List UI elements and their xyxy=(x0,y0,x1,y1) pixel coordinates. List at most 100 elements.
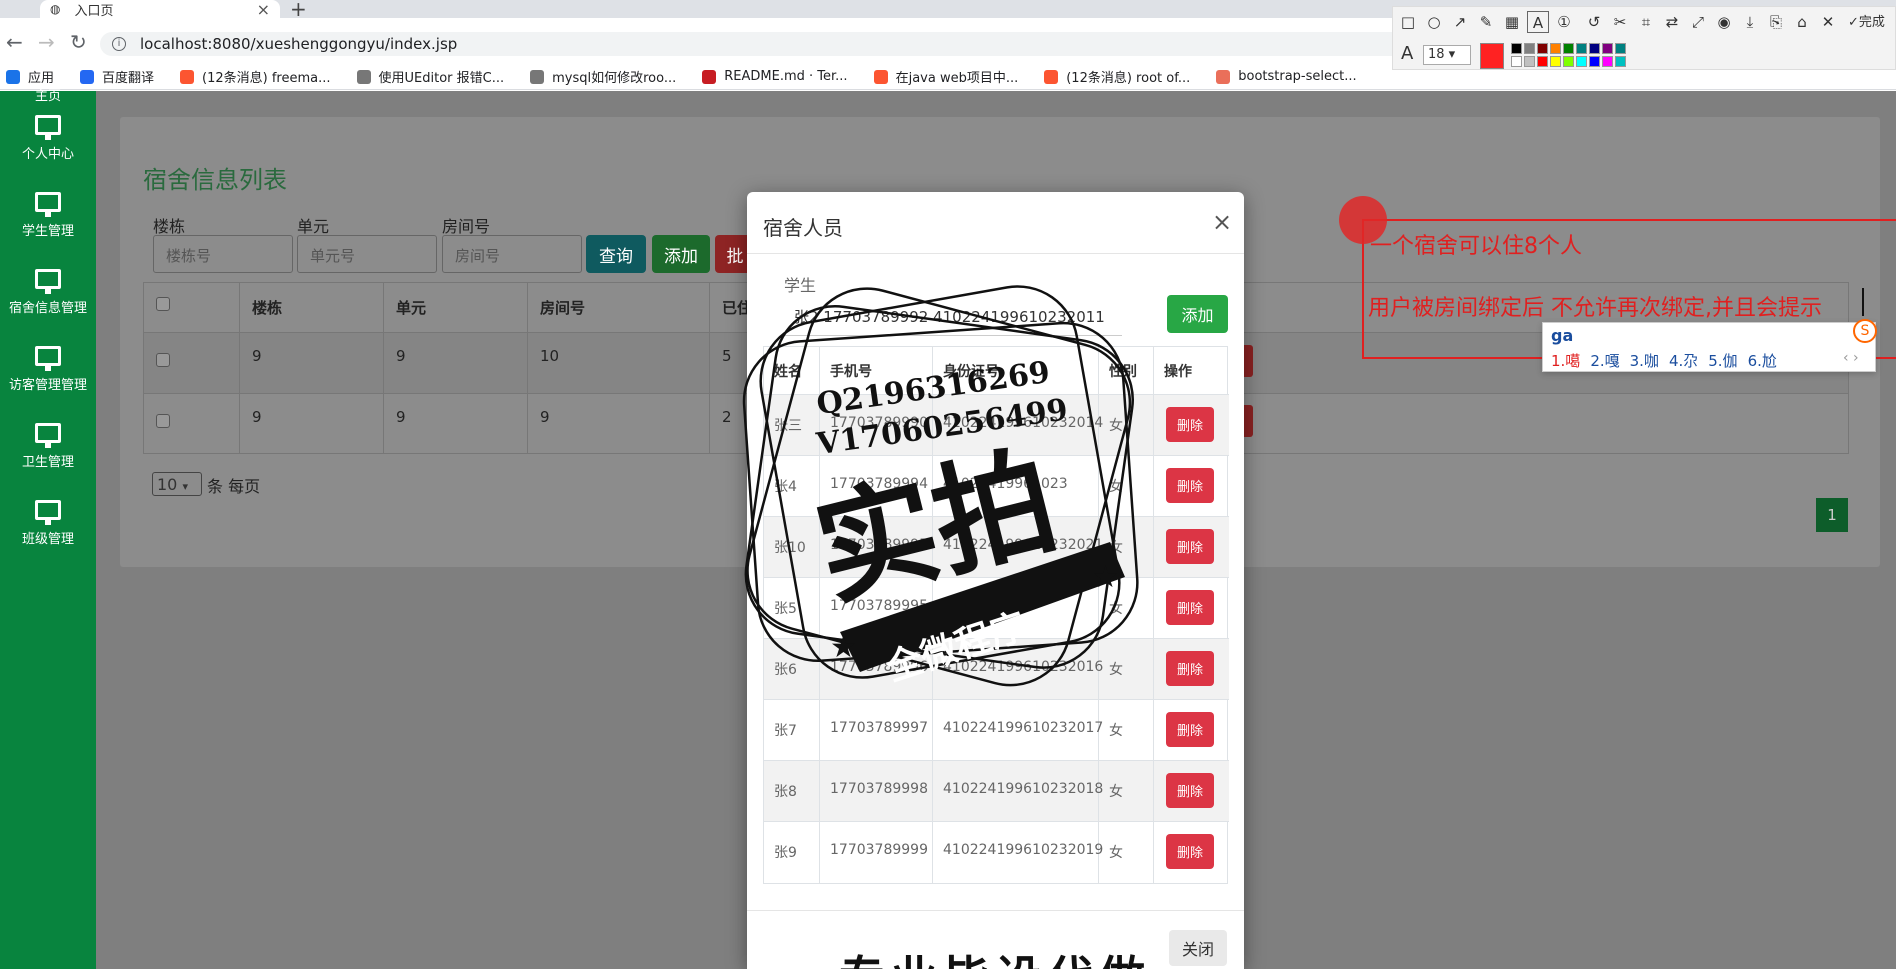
bookmark-item[interactable]: bootstrap-select... xyxy=(1216,69,1357,84)
color-swatch[interactable] xyxy=(1550,43,1561,54)
bookmark-item[interactable]: (12条消息) freema... xyxy=(180,67,331,86)
color-swatch[interactable] xyxy=(1524,43,1535,54)
ime-candidate-window[interactable]: ga 1.噶 2.嘎 3.咖 4.尕 5.伽 6.尬 ‹ › S xyxy=(1542,319,1877,372)
done-button[interactable]: ✓完成 xyxy=(1848,11,1885,30)
reload-icon[interactable]: ↻ xyxy=(70,30,87,54)
sidebar-item-personal-center[interactable]: 个人中心 xyxy=(0,100,96,177)
text-caret xyxy=(1862,288,1864,316)
sidebar-item-home-partial[interactable]: 主页 xyxy=(0,85,96,104)
room-input[interactable]: 房间号 xyxy=(442,235,582,273)
browser-tab[interactable]: ◍ 入口页 × xyxy=(40,0,280,19)
font-size-select[interactable]: 18 ▾ xyxy=(1423,45,1471,65)
forward-icon[interactable]: → xyxy=(38,30,55,54)
building-input[interactable]: 楼栋号 xyxy=(153,235,293,273)
modal-title: 宿舍人员 xyxy=(763,216,843,240)
translate-icon[interactable]: ⇄ xyxy=(1661,11,1683,33)
modal-close-button[interactable]: 关闭 xyxy=(1169,930,1227,966)
sidebar-item-visitor-management[interactable]: 访客管理管理 xyxy=(0,331,96,408)
sidebar-item-hygiene-management[interactable]: 卫生管理 xyxy=(0,408,96,485)
ime-candidates[interactable]: 1.噶 2.嘎 3.咖 4.尕 5.伽 6.尬 xyxy=(1551,350,1787,371)
star-icon: ★ xyxy=(830,630,857,665)
pagination-page[interactable]: 1 xyxy=(1816,498,1848,532)
expand-icon[interactable]: ⤢ xyxy=(1687,11,1709,33)
color-swatch[interactable] xyxy=(1511,56,1522,67)
color-swatch[interactable] xyxy=(1563,56,1574,67)
color-swatch[interactable] xyxy=(1615,43,1626,54)
page-size-select[interactable]: 10 ▾ xyxy=(152,472,202,496)
color-swatch[interactable] xyxy=(1602,56,1613,67)
bookmark-label: (12条消息) root of... xyxy=(1066,71,1191,86)
bookmark-item[interactable]: 应用 xyxy=(6,67,54,86)
row-checkbox[interactable] xyxy=(156,353,170,367)
bookmark-label: README.md · Ter... xyxy=(724,69,848,84)
color-swatch[interactable] xyxy=(1537,56,1548,67)
pin-icon[interactable]: ✂ xyxy=(1609,11,1631,33)
color-swatch[interactable] xyxy=(1550,56,1561,67)
bookmark-item[interactable]: mysql如何修改roo... xyxy=(530,67,676,86)
row-checkbox[interactable] xyxy=(156,414,170,428)
query-button[interactable]: 查询 xyxy=(586,235,646,273)
rectangle-tool-icon[interactable]: □ xyxy=(1397,11,1419,33)
page-title: 宿舍信息列表 xyxy=(143,166,287,194)
modal-close-icon[interactable]: × xyxy=(1212,208,1232,236)
arrow-tool-icon[interactable]: ↗ xyxy=(1449,11,1471,33)
color-swatch[interactable] xyxy=(1576,56,1587,67)
sidebar-item-label: 宿舍信息管理 xyxy=(8,301,87,316)
undo-icon[interactable]: ↺ xyxy=(1583,11,1605,33)
ocr-icon[interactable]: ⌗ xyxy=(1635,11,1657,33)
unit-input[interactable]: 单元号 xyxy=(297,235,437,273)
sidebar-item-class-management[interactable]: 班级管理 xyxy=(0,485,96,562)
ime-candidate[interactable]: 4.尕 xyxy=(1669,352,1698,370)
bookmark-item[interactable]: 百度翻译 xyxy=(80,67,154,86)
ime-candidate[interactable]: 6.尬 xyxy=(1748,352,1777,370)
add-member-button[interactable]: 添加 xyxy=(1167,295,1228,333)
text-tool-icon[interactable]: A xyxy=(1527,11,1549,33)
back-icon[interactable]: ← xyxy=(6,30,23,54)
pen-tool-icon[interactable]: ✎ xyxy=(1475,11,1497,33)
delete-member-button[interactable]: 删除 xyxy=(1166,773,1214,808)
check-icon: ✓ xyxy=(1848,15,1859,30)
add-button[interactable]: 添加 xyxy=(652,235,710,273)
cancel-icon[interactable]: ✕ xyxy=(1817,11,1839,33)
ime-candidate[interactable]: 1.噶 xyxy=(1551,352,1580,370)
sidebar-item-label: 访客管理管理 xyxy=(8,378,87,393)
ime-candidate[interactable]: 5.伽 xyxy=(1708,352,1737,370)
color-swatch[interactable] xyxy=(1615,56,1626,67)
color-swatch[interactable] xyxy=(1589,43,1600,54)
bookmark-icon[interactable]: ⎘ xyxy=(1765,11,1787,33)
sidebar-item-student-management[interactable]: 学生管理 xyxy=(0,177,96,254)
bookmark-label: 应用 xyxy=(28,71,55,86)
color-swatch[interactable] xyxy=(1589,56,1600,67)
share-icon[interactable]: ⌂ xyxy=(1791,11,1813,33)
record-icon[interactable]: ◉ xyxy=(1713,11,1735,33)
mosaic-tool-icon[interactable]: ▦ xyxy=(1501,11,1523,33)
color-swatch[interactable] xyxy=(1576,43,1587,54)
page-size-suffix: 条 每页 xyxy=(207,477,261,496)
ime-candidate[interactable]: 3.咖 xyxy=(1630,352,1659,370)
sidebar-item-dorm-info-management[interactable]: 宿舍信息管理 xyxy=(0,254,96,331)
color-swatch[interactable] xyxy=(1602,43,1613,54)
ime-candidate[interactable]: 2.嘎 xyxy=(1590,352,1619,370)
color-swatch[interactable] xyxy=(1524,56,1535,67)
bookmark-item[interactable]: README.md · Ter... xyxy=(702,69,848,84)
color-swatch[interactable] xyxy=(1537,43,1548,54)
new-tab-icon[interactable]: + xyxy=(290,0,307,21)
current-color-swatch[interactable] xyxy=(1480,43,1504,69)
bookmark-item[interactable]: (12条消息) root of... xyxy=(1044,67,1190,86)
bookmark-item[interactable]: 使用UEditor 报错C... xyxy=(356,67,504,86)
color-swatch[interactable] xyxy=(1563,43,1574,54)
bookmark-item[interactable]: 在java web项目中... xyxy=(873,67,1018,86)
ellipse-tool-icon[interactable]: ○ xyxy=(1423,11,1445,33)
color-swatch[interactable] xyxy=(1511,43,1522,54)
download-icon[interactable]: ⤓ xyxy=(1739,11,1761,33)
select-all-checkbox[interactable] xyxy=(156,297,170,311)
cell-unit: 9 xyxy=(384,394,528,454)
modal-footer-divider xyxy=(747,910,1244,911)
delete-member-button[interactable]: 删除 xyxy=(1166,834,1214,869)
annotation-line-2: 用户被房间绑定后 不允许再次绑定,并且会提示 xyxy=(1368,296,1822,321)
number-tool-icon[interactable]: ① xyxy=(1553,11,1575,33)
info-icon[interactable]: i xyxy=(112,37,126,51)
cell-action: 删除 xyxy=(1154,761,1229,821)
close-tab-icon[interactable]: × xyxy=(257,0,270,19)
ime-page-arrows-icon[interactable]: ‹ › xyxy=(1843,350,1859,366)
